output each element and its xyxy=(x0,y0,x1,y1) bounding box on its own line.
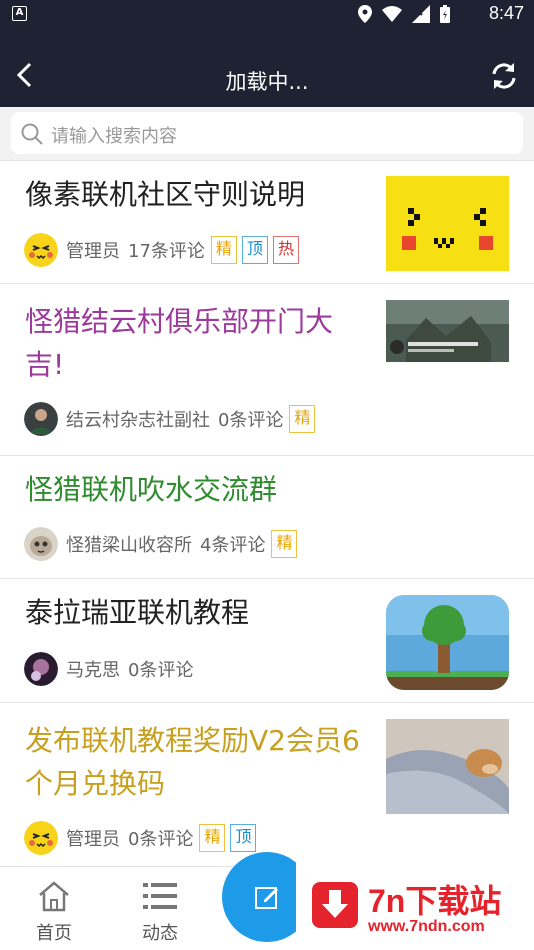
refresh-button[interactable] xyxy=(488,60,520,92)
app-bar: 加载中... xyxy=(0,28,534,107)
post-meta: 管理员 17条评论 精 顶 热 xyxy=(24,233,304,267)
post-title[interactable]: 怪猎联机吹水交流群 xyxy=(25,468,370,511)
download-logo-icon xyxy=(312,882,358,928)
wifi-icon xyxy=(382,6,402,22)
hot-badge: 热 xyxy=(272,236,299,264)
watermark-name: 7n下载站 xyxy=(368,883,502,919)
search-input[interactable]: 请输入搜索内容 xyxy=(11,112,523,154)
search-placeholder: 请输入搜索内容 xyxy=(51,126,177,147)
nav-feed-label: 动态 xyxy=(142,923,178,944)
status-icons xyxy=(358,5,450,23)
post-author[interactable]: 怪猎梁山收容所 xyxy=(66,531,192,557)
avatar xyxy=(24,527,58,561)
nav-home[interactable]: 首页 xyxy=(14,867,94,950)
location-icon xyxy=(358,5,372,23)
featured-badge: 精 xyxy=(271,530,298,558)
featured-badge: 精 xyxy=(199,824,226,852)
post-thumbnail xyxy=(386,176,509,271)
refresh-icon xyxy=(492,63,516,89)
battery-icon xyxy=(440,5,450,23)
post-author[interactable]: 结云村杂志社副社 xyxy=(66,406,210,432)
watermark: 7n下载站 www.7ndn.com xyxy=(296,862,534,950)
post-thumbnail xyxy=(386,719,509,814)
post-author[interactable]: 管理员 xyxy=(66,825,120,851)
app-notification-icon: A xyxy=(12,6,27,21)
post-title[interactable]: 泰拉瑞亚联机教程 xyxy=(25,591,370,634)
post-item[interactable]: 怪猎结云村俱乐部开门大吉! 结云村杂志社副社 0条评论 精 xyxy=(0,284,534,456)
avatar xyxy=(24,821,58,855)
terraria-tree-image xyxy=(386,595,509,690)
post-author[interactable]: 马克思 xyxy=(66,656,120,682)
post-item[interactable]: 发布联机教程奖励V2会员6个月兑换码 管理员 0条评论 精 顶 xyxy=(0,703,534,866)
pinned-badge: 顶 xyxy=(241,236,268,264)
post-meta: 结云村杂志社副社 0条评论 精 xyxy=(24,402,320,436)
search-icon xyxy=(21,123,43,145)
search-bar: 请输入搜索内容 xyxy=(0,107,534,161)
status-time: 8:47 xyxy=(488,3,524,23)
post-thumbnail xyxy=(386,595,509,690)
featured-badge: 精 xyxy=(210,236,237,264)
signal-icon xyxy=(412,5,430,23)
post-comment-count: 0条评论 xyxy=(218,410,284,431)
status-bar: A 8:47 xyxy=(0,0,534,28)
post-comment-count: 0条评论 xyxy=(128,829,194,850)
post-meta: 怪猎梁山收容所 4条评论 精 xyxy=(24,527,302,561)
post-meta: 管理员 0条评论 精 顶 xyxy=(24,821,261,855)
pixel-face-image xyxy=(386,176,509,271)
post-item[interactable]: 泰拉瑞亚联机教程 马克思 0条评论 xyxy=(0,579,534,703)
post-comment-count: 4条评论 xyxy=(200,535,266,556)
avatar xyxy=(24,233,58,267)
post-title[interactable]: 发布联机教程奖励V2会员6个月兑换码 xyxy=(25,719,370,805)
watermark-url: www.7ndn.com xyxy=(368,918,485,935)
home-icon xyxy=(39,881,69,912)
post-item[interactable]: 像素联机社区守则说明 管理员 17条评论 精 顶 热 xyxy=(0,161,534,284)
edit-icon xyxy=(255,887,278,909)
game-screenshot-image xyxy=(386,300,509,362)
pinned-badge: 顶 xyxy=(230,824,257,852)
post-title[interactable]: 像素联机社区守则说明 xyxy=(25,173,370,216)
post-meta: 马克思 0条评论 xyxy=(24,652,199,686)
nav-home-label: 首页 xyxy=(36,923,72,944)
post-comment-count: 0条评论 xyxy=(128,660,194,681)
featured-badge: 精 xyxy=(289,405,316,433)
list-icon xyxy=(143,883,177,909)
post-thumbnail xyxy=(386,300,509,362)
post-author[interactable]: 管理员 xyxy=(66,237,120,263)
nav-feed[interactable]: 动态 xyxy=(120,867,200,950)
avatar xyxy=(24,402,58,436)
sleeping-dog-image xyxy=(386,719,509,814)
post-item[interactable]: 怪猎联机吹水交流群 怪猎梁山收容所 4条评论 精 xyxy=(0,456,534,579)
post-comment-count: 17条评论 xyxy=(128,241,205,262)
page-title: 加载中... xyxy=(225,70,309,94)
avatar xyxy=(24,652,58,686)
post-title[interactable]: 怪猎结云村俱乐部开门大吉! xyxy=(25,300,370,386)
